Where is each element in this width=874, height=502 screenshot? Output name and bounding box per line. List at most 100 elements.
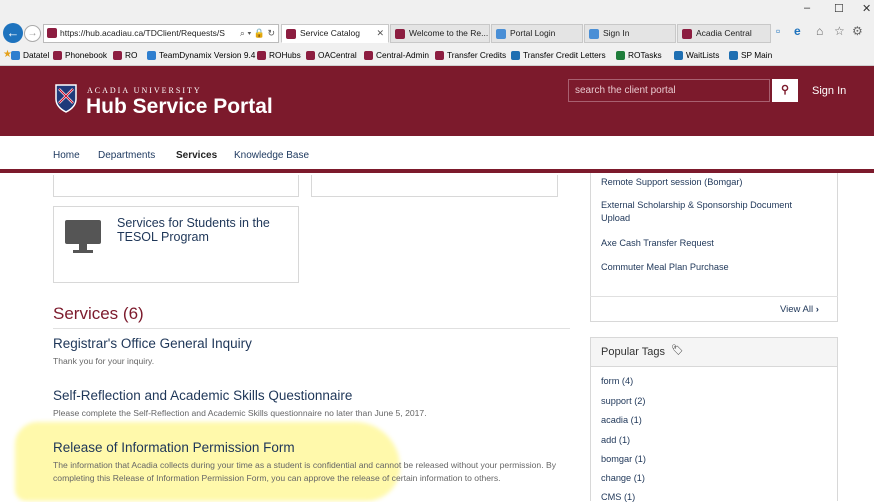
category-card-title[interactable]: Services for Students in the TESOL Progr…: [117, 216, 292, 244]
category-card-partial[interactable]: [311, 175, 558, 197]
nav-home[interactable]: Home: [53, 150, 80, 161]
fav-label: TeamDynamix Version 9.4: [159, 50, 256, 60]
tab-sign-in[interactable]: Sign In: [584, 24, 676, 43]
fav-waitlists[interactable]: WaitLists: [674, 50, 719, 60]
portal-title[interactable]: Hub Service Portal: [86, 95, 273, 119]
fav-label: ROTasks: [628, 50, 662, 60]
popular-service-link[interactable]: Commuter Meal Plan Purchase: [601, 261, 821, 274]
fav-phonebook[interactable]: Phonebook: [53, 50, 107, 60]
tab-title: Portal Login: [510, 28, 556, 38]
fav-label: Central-Admin: [376, 50, 430, 60]
fav-icon: [11, 51, 20, 60]
tab-portal-login[interactable]: Portal Login: [491, 24, 583, 43]
chevron-right-icon: ›: [815, 304, 819, 315]
tags-icon: 🏷: [671, 345, 684, 356]
fav-label: ROHubs: [269, 50, 301, 60]
fav-label: Datatel: [23, 50, 50, 60]
tab-favicon: [682, 29, 692, 39]
tag-link[interactable]: bomgar (1): [601, 454, 646, 464]
tag-link[interactable]: add (1): [601, 435, 630, 445]
fav-oacentral[interactable]: OACentral: [306, 50, 357, 60]
close-window-button[interactable]: ✕: [862, 2, 871, 15]
fav-rohubs[interactable]: ROHubs: [257, 50, 301, 60]
category-card-tesol[interactable]: Services for Students in the TESOL Progr…: [53, 206, 299, 283]
fav-label: Transfer Credits: [447, 50, 507, 60]
forward-button[interactable]: →: [24, 25, 41, 42]
fav-icon: [729, 51, 738, 60]
fav-datatel[interactable]: Datatel: [11, 50, 49, 60]
fav-label: SP Main: [741, 50, 773, 60]
fav-ro[interactable]: RO: [113, 50, 137, 60]
fav-label: WaitLists: [686, 50, 720, 60]
logo-university-text: ACADIA UNIVERSITY: [87, 86, 202, 95]
popular-tags-title: Popular Tags: [601, 346, 666, 358]
fav-label: RO: [125, 50, 138, 60]
fav-icon: [511, 51, 520, 60]
address-tools-icon[interactable]: ⌕ ▾ 🔒 ↻: [240, 25, 275, 42]
fav-sp-main[interactable]: SP Main: [729, 50, 772, 60]
settings-gear-icon[interactable]: ⚙: [852, 24, 863, 38]
tag-link[interactable]: support (2): [601, 396, 645, 406]
tab-welcome[interactable]: Welcome to the Re...: [390, 24, 490, 43]
fav-icon: [674, 51, 683, 60]
acadia-shield-logo[interactable]: [54, 83, 78, 113]
tab-service-catalog[interactable]: Service Catalog ✕: [281, 24, 389, 43]
fav-icon: [53, 51, 62, 60]
sign-in-link[interactable]: Sign In: [812, 85, 846, 97]
search-input[interactable]: search the client portal: [568, 79, 770, 102]
nav-services[interactable]: Services: [176, 150, 217, 161]
service-description: Thank you for your inquiry.: [53, 356, 155, 366]
tab-favicon: [589, 29, 599, 39]
site-favicon: [47, 28, 57, 38]
divider: [590, 296, 838, 297]
address-bar[interactable]: https://hub.acadiau.ca/TDClient/Requests…: [43, 24, 279, 43]
popular-service-link[interactable]: Remote Support session (Bomgar): [601, 176, 821, 189]
fav-icon: [257, 51, 266, 60]
tab-favicon: [395, 29, 405, 39]
minimize-button[interactable]: –: [804, 2, 810, 14]
maximize-button[interactable]: ☐: [834, 2, 844, 15]
tab-favicon: [496, 29, 506, 39]
monitor-icon: [65, 220, 101, 253]
fav-teamdynamix[interactable]: TeamDynamix Version 9.4: [147, 50, 255, 60]
fav-icon: [306, 51, 315, 60]
fav-rotasks[interactable]: ROTasks: [616, 50, 662, 60]
tab-close-icon[interactable]: ✕: [376, 25, 384, 42]
view-all-label: View All: [780, 304, 814, 315]
fav-transfer-credit-letters[interactable]: Transfer Credit Letters: [511, 50, 606, 60]
url-text: https://hub.acadiau.ca/TDClient/Requests…: [60, 28, 225, 38]
service-title-link[interactable]: Self-Reflection and Academic Skills Ques…: [53, 388, 352, 403]
ie-logo-icon: e: [794, 24, 801, 38]
category-card-partial[interactable]: [53, 175, 299, 197]
fav-label: Transfer Credit Letters: [523, 50, 606, 60]
fav-icon: [364, 51, 373, 60]
nav-departments[interactable]: Departments: [98, 150, 155, 161]
tag-link[interactable]: form (4): [601, 376, 633, 386]
forward-arrow-icon: →: [27, 28, 38, 39]
tag-link[interactable]: change (1): [601, 473, 645, 483]
fav-icon: [147, 51, 156, 60]
tag-link[interactable]: acadia (1): [601, 415, 642, 425]
popular-service-link[interactable]: Axe Cash Transfer Request: [601, 237, 821, 250]
services-heading: Services (6): [53, 304, 144, 323]
nav-knowledge-base[interactable]: Knowledge Base: [234, 150, 309, 161]
new-tab-icon[interactable]: ▫: [776, 24, 780, 38]
service-description: The information that Acadia collects dur…: [53, 460, 557, 483]
fav-transfer-credits[interactable]: Transfer Credits: [435, 50, 506, 60]
service-description: Please complete the Self-Reflection and …: [53, 408, 427, 418]
search-icon: ⚲: [780, 84, 790, 96]
tab-title: Welcome to the Re...: [409, 28, 489, 38]
fav-central-admin[interactable]: Central-Admin: [364, 50, 429, 60]
home-icon[interactable]: ⌂: [816, 24, 823, 38]
favorites-star-icon[interactable]: ☆: [834, 24, 845, 38]
view-all-link[interactable]: View All ›: [780, 304, 819, 315]
tab-acadia-central[interactable]: Acadia Central: [677, 24, 771, 43]
popular-service-link[interactable]: External Scholarship & Sponsorship Docum…: [601, 199, 821, 225]
back-button[interactable]: ←: [3, 23, 23, 43]
service-title-link[interactable]: Registrar's Office General Inquiry: [53, 336, 252, 351]
search-button[interactable]: ⚲: [772, 79, 798, 102]
tab-title: Sign In: [603, 28, 630, 38]
service-title-link[interactable]: Release of Information Permission Form: [53, 440, 295, 455]
divider: [53, 328, 570, 329]
tab-title: Acadia Central: [696, 28, 752, 38]
